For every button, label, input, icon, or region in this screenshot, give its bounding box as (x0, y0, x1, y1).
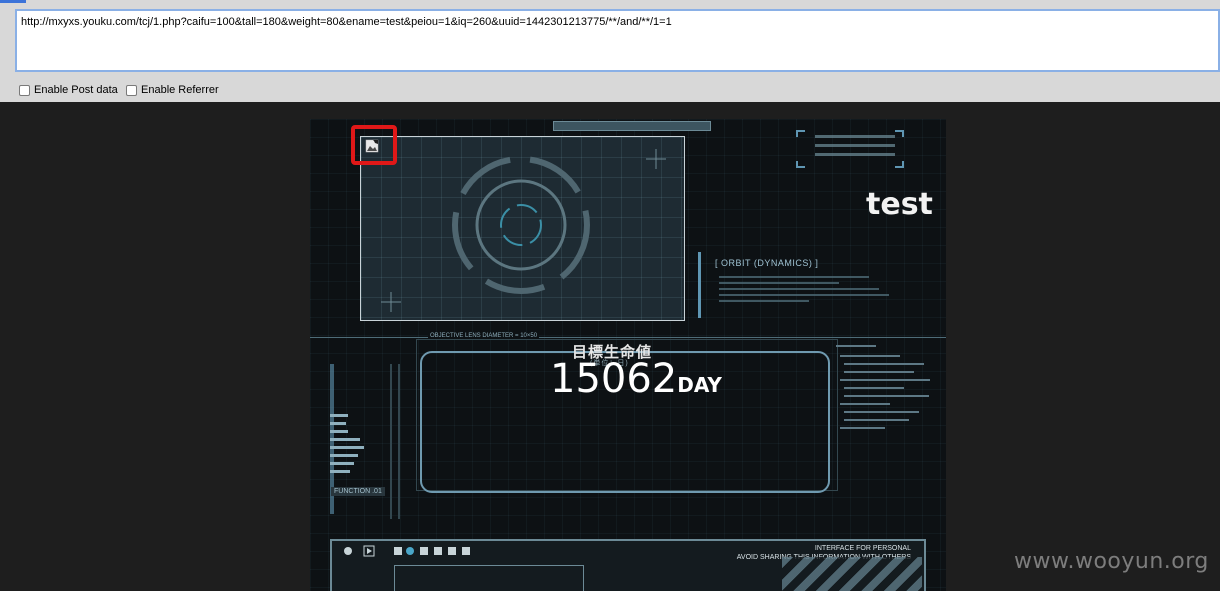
browser-toolbar: http://mxyxs.youku.com/tcj/1.php?caifu=1… (0, 0, 1220, 102)
left-tick-column (330, 364, 400, 519)
interface-line: INTERFACE FOR PERSONAL (814, 545, 911, 552)
media-controls-icon (344, 545, 470, 557)
watermark: www.wooyun.org (1014, 549, 1209, 574)
poster-name: test (866, 187, 933, 222)
life-value: 15062DAY (550, 356, 722, 402)
orbit-title: [ ORBIT (DYNAMICS) ] (715, 258, 819, 268)
target-reticle-icon (381, 149, 666, 312)
interface-panel: INTERFACE FOR PERSONAL AVOID SHARING THI… (330, 539, 926, 591)
enable-post-data-option[interactable]: Enable Post data (19, 83, 118, 97)
scan-panel (360, 136, 685, 321)
enable-referrer-option[interactable]: Enable Referrer (126, 83, 219, 97)
divider-line (310, 337, 946, 338)
orbit-dynamics-panel: [ ORBIT (DYNAMICS) ] (698, 252, 936, 318)
url-text: http://mxyxs.youku.com/tcj/1.php?caifu=1… (21, 16, 672, 28)
highlight-rectangle (351, 125, 397, 165)
enable-post-data-label: Enable Post data (34, 84, 118, 96)
readout-brackets-icon (796, 130, 904, 168)
enable-post-data-checkbox[interactable] (19, 84, 30, 96)
right-spec-list (836, 345, 930, 429)
poster-top-bar (553, 121, 711, 131)
active-tab-indicator (0, 0, 26, 3)
function-label: FUNCTION .01 (331, 487, 385, 496)
url-textarea[interactable]: http://mxyxs.youku.com/tcj/1.php?caifu=1… (15, 9, 1220, 72)
enable-referrer-checkbox[interactable] (126, 84, 137, 96)
interface-stripes (782, 557, 922, 591)
elevation-readout (795, 129, 905, 169)
interface-inner-frame (394, 565, 584, 591)
result-poster-image: test [ ORBIT (DYNAMICS) ] OBJECTIVE LENS… (310, 119, 946, 591)
enable-referrer-label: Enable Referrer (141, 84, 219, 96)
life-unit: DAY (677, 373, 722, 397)
life-number: 15062 (550, 356, 678, 402)
